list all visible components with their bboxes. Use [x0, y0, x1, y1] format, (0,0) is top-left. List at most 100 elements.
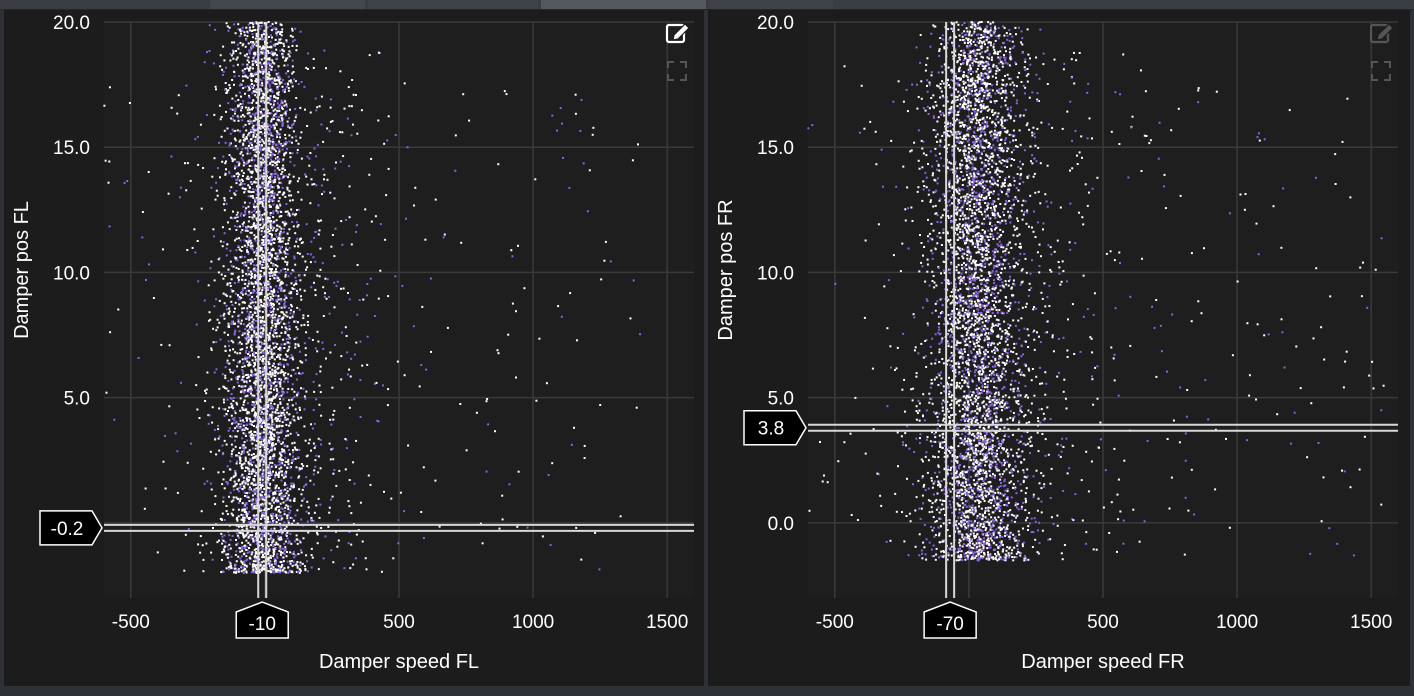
- scatter-point-series-1: [236, 519, 239, 522]
- scatter-point-series-2: [278, 148, 281, 151]
- scatter-point-series-1: [300, 504, 303, 507]
- scatter-point-series-1: [285, 555, 288, 558]
- tab-segment[interactable]: [709, 0, 833, 9]
- scatter-point-series-1: [260, 270, 263, 273]
- scatter-point-series-1: [246, 152, 249, 155]
- scatter-point-series-1: [289, 562, 292, 565]
- scatter-point-series-1: [462, 93, 465, 96]
- scatter-point-series-1: [268, 217, 271, 220]
- scatter-point-series-1: [283, 374, 286, 377]
- scatter-point-series-2: [213, 235, 215, 238]
- scatter-point-series-2: [271, 153, 274, 156]
- tab-segment[interactable]: [210, 0, 365, 9]
- scatter-point-series-2: [292, 313, 295, 316]
- scatter-point-series-1: [228, 368, 231, 371]
- scatter-point-series-1: [355, 439, 358, 442]
- tab-segment[interactable]: [368, 0, 538, 9]
- scatter-point-series-1: [294, 408, 297, 411]
- scatter-point-series-1: [245, 137, 248, 140]
- scatter-point-series-1: [249, 66, 252, 69]
- scatter-point-series-1: [280, 454, 283, 457]
- scatter-point-series-1: [223, 317, 226, 320]
- scatter-point-series-1: [253, 140, 256, 143]
- scatter-point-series-1: [267, 228, 269, 231]
- scatter-point-series-2: [289, 312, 292, 315]
- scatter-point-series-1: [270, 233, 273, 236]
- scatter-point-series-1: [312, 66, 315, 69]
- scatter-point-series-1: [267, 73, 270, 76]
- scatter-point-series-1: [574, 112, 577, 115]
- scatter-point-series-1: [262, 355, 265, 357]
- scatter-point-series-1: [267, 360, 270, 363]
- scatter-point-series-1: [260, 319, 263, 322]
- scatter-point-series-1: [249, 115, 252, 118]
- scatter-point-series-1: [233, 311, 236, 313]
- scatter-point-series-1: [339, 70, 342, 73]
- scatter-point-series-2: [238, 314, 241, 317]
- scatter-point-series-2: [259, 437, 262, 440]
- scatter-point-series-2: [303, 85, 306, 88]
- scatter-point-series-2: [317, 204, 320, 207]
- scatter-point-series-1: [279, 401, 282, 404]
- scatter-point-series-2: [321, 341, 324, 344]
- scatter-point-series-2: [355, 231, 357, 233]
- scatter-point-series-1: [285, 434, 288, 437]
- scatter-point-series-1: [211, 175, 214, 178]
- scatter-point-series-2: [239, 83, 242, 86]
- scatter-point-series-2: [303, 342, 306, 345]
- scatter-point-series-2: [279, 571, 282, 574]
- scatter-point-series-2: [180, 381, 182, 384]
- scatter-point-series-2: [212, 62, 215, 65]
- scatter-point-series-1: [271, 517, 273, 520]
- scatter-point-series-2: [283, 302, 286, 305]
- scatter-point-series-1: [227, 553, 230, 556]
- scatter-point-series-1: [212, 341, 215, 344]
- scatter-point-series-2: [272, 194, 275, 197]
- scatter-point-series-1: [251, 394, 254, 397]
- scatter-point-series-1: [235, 462, 238, 465]
- scatter-point-series-1: [247, 184, 250, 187]
- scatter-point-series-1: [241, 467, 244, 470]
- scatter-point-series-1: [238, 547, 241, 550]
- scatter-point-series-1: [271, 59, 274, 62]
- scatter-point-series-1: [243, 462, 246, 465]
- scatter-point-series-2: [274, 69, 277, 72]
- scatter-point-series-1: [332, 418, 335, 421]
- scatter-point-series-2: [207, 422, 210, 425]
- scatter-point-series-2: [279, 247, 282, 250]
- scatter-point-series-2: [223, 232, 226, 235]
- scatter-point-series-1: [286, 210, 289, 213]
- scatter-point-series-1: [220, 135, 223, 138]
- tab-segment-active[interactable]: [541, 0, 706, 9]
- scatter-point-series-1: [261, 65, 263, 68]
- scatter-point-series-1: [269, 461, 272, 464]
- scatter-point-series-1: [261, 561, 264, 564]
- scatter-point-series-2: [295, 320, 298, 323]
- scatter-point-series-1: [259, 336, 262, 339]
- scatter-point-series-1: [284, 260, 287, 263]
- scatter-point-series-1: [306, 68, 309, 70]
- scatter-point-series-2: [262, 474, 265, 477]
- scatter-point-series-1: [324, 292, 326, 295]
- scatter-point-series-1: [255, 532, 258, 535]
- scatter-point-series-1: [272, 54, 275, 57]
- scatter-point-series-1: [189, 179, 192, 182]
- scatter-point-series-1: [278, 249, 281, 252]
- scatter-point-series-1: [304, 439, 307, 442]
- scatter-point-series-1: [523, 287, 526, 290]
- scatter-point-series-2: [245, 289, 248, 292]
- scatter-point-series-1: [214, 438, 217, 441]
- scatter-point-series-1: [297, 416, 300, 419]
- scatter-point-series-1: [344, 468, 347, 471]
- scatter-point-series-1: [240, 296, 243, 299]
- scatter-point-series-1: [260, 256, 263, 259]
- scatter-point-series-1: [284, 169, 286, 172]
- scatter-point-series-2: [279, 362, 281, 365]
- scatter-point-series-1: [252, 119, 255, 122]
- scatter-point-series-2: [305, 223, 308, 226]
- scatter-point-series-1: [325, 357, 327, 360]
- scatter-point-series-1: [262, 469, 265, 472]
- scatter-point-series-2: [341, 331, 343, 334]
- scatter-point-series-2: [284, 220, 287, 223]
- scatter-point-series-1: [255, 455, 258, 458]
